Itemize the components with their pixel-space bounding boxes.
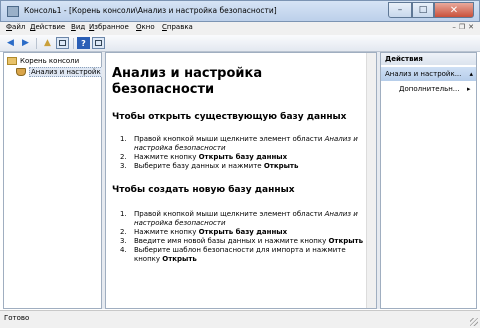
close-icon: ✕ bbox=[449, 4, 459, 16]
toolbar-separator bbox=[73, 38, 74, 49]
menu-bar: Файл Действие Вид Избранное Окно Справка… bbox=[0, 22, 480, 35]
list-number: 3. bbox=[120, 237, 127, 245]
list-item: 2. Нажмите кнопку Открыть базу данных bbox=[120, 228, 364, 237]
step-emphasis: Открыть bbox=[263, 162, 299, 170]
tree-item-security-analysis[interactable]: Анализ и настройк bbox=[16, 66, 103, 77]
page-title: Анализ и настройка безопасности bbox=[112, 66, 263, 97]
collapse-arrow-icon[interactable]: ▴ bbox=[469, 70, 473, 78]
tree-item-label: Корень консоли bbox=[20, 56, 80, 65]
maximize-icon: □ bbox=[418, 5, 428, 15]
step-emphasis: Открыть базу данных bbox=[198, 153, 288, 161]
action-group-label: Анализ и настройк... bbox=[385, 70, 462, 78]
minimize-icon: – bbox=[397, 5, 403, 15]
menu-action[interactable]: Действие bbox=[30, 23, 65, 31]
forward-arrow-icon[interactable]: ▶ bbox=[19, 37, 32, 49]
status-bar: Готово bbox=[0, 310, 480, 328]
open-db-steps: 1. Правой кнопкой мыши щелкните элемент о… bbox=[120, 135, 364, 171]
security-snapin-icon bbox=[16, 67, 26, 76]
step-text: Выберите базу данных и нажмите bbox=[134, 162, 264, 170]
action-group-security-analysis[interactable]: Анализ и настройк... ▴ bbox=[381, 67, 476, 81]
mdi-controls: – ❐ ✕ bbox=[452, 23, 474, 31]
window-controls: – □ ✕ bbox=[388, 2, 474, 18]
close-button[interactable]: ✕ bbox=[434, 2, 474, 18]
step-emphasis: Открыть bbox=[328, 237, 364, 245]
step-text: Нажмите кнопку bbox=[134, 153, 199, 161]
folder-icon bbox=[7, 56, 17, 65]
resize-grip-icon[interactable] bbox=[470, 318, 478, 326]
list-item: 2. Нажмите кнопку Открыть базу данных bbox=[120, 153, 364, 162]
menu-help[interactable]: Справка bbox=[162, 23, 193, 31]
step-text: Введите имя новой базы данных и нажмите … bbox=[134, 237, 329, 245]
step-emphasis: Открыть bbox=[162, 255, 197, 263]
list-item: 3. Выберите базу данных и нажмите Открыть bbox=[120, 162, 364, 171]
tree-item-console-root[interactable]: Корень консоли bbox=[7, 55, 79, 66]
list-item: 3. Введите имя новой базы данных и нажмит… bbox=[120, 237, 364, 246]
menu-window[interactable]: Окно bbox=[136, 23, 155, 31]
title-bar[interactable]: Консоль1 - [Корень консоли\Анализ и наст… bbox=[0, 0, 480, 22]
list-number: 1. bbox=[120, 210, 127, 218]
help-icon[interactable]: ? bbox=[77, 37, 90, 49]
actions-title: Действия bbox=[381, 53, 476, 65]
list-number: 2. bbox=[120, 228, 127, 236]
actions-pane: Действия Анализ и настройк... ▴ Дополнит… bbox=[380, 52, 477, 309]
list-item: 4. Выберите шаблон безопасности для импор… bbox=[120, 246, 364, 264]
properties-glyph bbox=[95, 40, 102, 46]
minimize-button[interactable]: – bbox=[388, 2, 412, 18]
step-text: Правой кнопкой мыши щелкните элемент обл… bbox=[134, 210, 325, 218]
console-tree-pane[interactable]: Корень консоли Анализ и настройк bbox=[3, 52, 103, 309]
tree-item-label: Анализ и настройк bbox=[29, 66, 103, 77]
list-item: 1. Правой кнопкой мыши щелкните элемент о… bbox=[120, 210, 364, 228]
step-text: Нажмите кнопку bbox=[134, 228, 199, 236]
status-text: Готово bbox=[4, 314, 30, 322]
list-item: 1. Правой кнопкой мыши щелкните элемент о… bbox=[120, 135, 364, 153]
maximize-button[interactable]: □ bbox=[412, 2, 434, 18]
mdi-minimize-icon[interactable]: – bbox=[452, 23, 456, 31]
menu-favorites[interactable]: Избранное bbox=[89, 23, 129, 31]
list-number: 1. bbox=[120, 135, 127, 143]
mmc-console-icon bbox=[7, 6, 19, 17]
list-number: 2. bbox=[120, 153, 127, 161]
action-more-actions[interactable]: Дополнительн... bbox=[399, 85, 459, 93]
details-pane: Анализ и настройка безопасности Чтобы от… bbox=[105, 52, 377, 309]
step-text: Правой кнопкой мыши щелкните элемент обл… bbox=[134, 135, 325, 143]
toolbar-separator bbox=[36, 38, 37, 49]
step-emphasis: Открыть базу данных bbox=[198, 228, 288, 236]
properties-icon[interactable] bbox=[92, 37, 105, 49]
list-number: 4. bbox=[120, 246, 127, 254]
mdi-close-icon[interactable]: ✕ bbox=[468, 23, 474, 31]
menu-view[interactable]: Вид bbox=[71, 23, 85, 31]
menu-file[interactable]: Файл bbox=[6, 23, 25, 31]
create-db-steps: 1. Правой кнопкой мыши щелкните элемент о… bbox=[120, 210, 364, 264]
tree-panel-glyph bbox=[59, 40, 66, 46]
vertical-scrollbar[interactable] bbox=[366, 53, 376, 308]
list-number: 3. bbox=[120, 162, 127, 170]
show-hide-tree-icon[interactable] bbox=[56, 37, 69, 49]
mdi-restore-icon[interactable]: ❐ bbox=[459, 23, 465, 31]
create-db-heading: Чтобы создать новую базу данных bbox=[112, 185, 295, 195]
submenu-arrow-icon[interactable]: ▸ bbox=[467, 85, 471, 93]
up-folder-icon[interactable]: ▲ bbox=[41, 37, 54, 49]
back-arrow-icon[interactable]: ◀ bbox=[4, 37, 17, 49]
window-title: Консоль1 - [Корень консоли\Анализ и наст… bbox=[24, 6, 277, 15]
open-db-heading: Чтобы открыть существующую базу данных bbox=[112, 112, 347, 122]
toolbar: ◀ ▶ ▲ ? bbox=[0, 35, 480, 52]
